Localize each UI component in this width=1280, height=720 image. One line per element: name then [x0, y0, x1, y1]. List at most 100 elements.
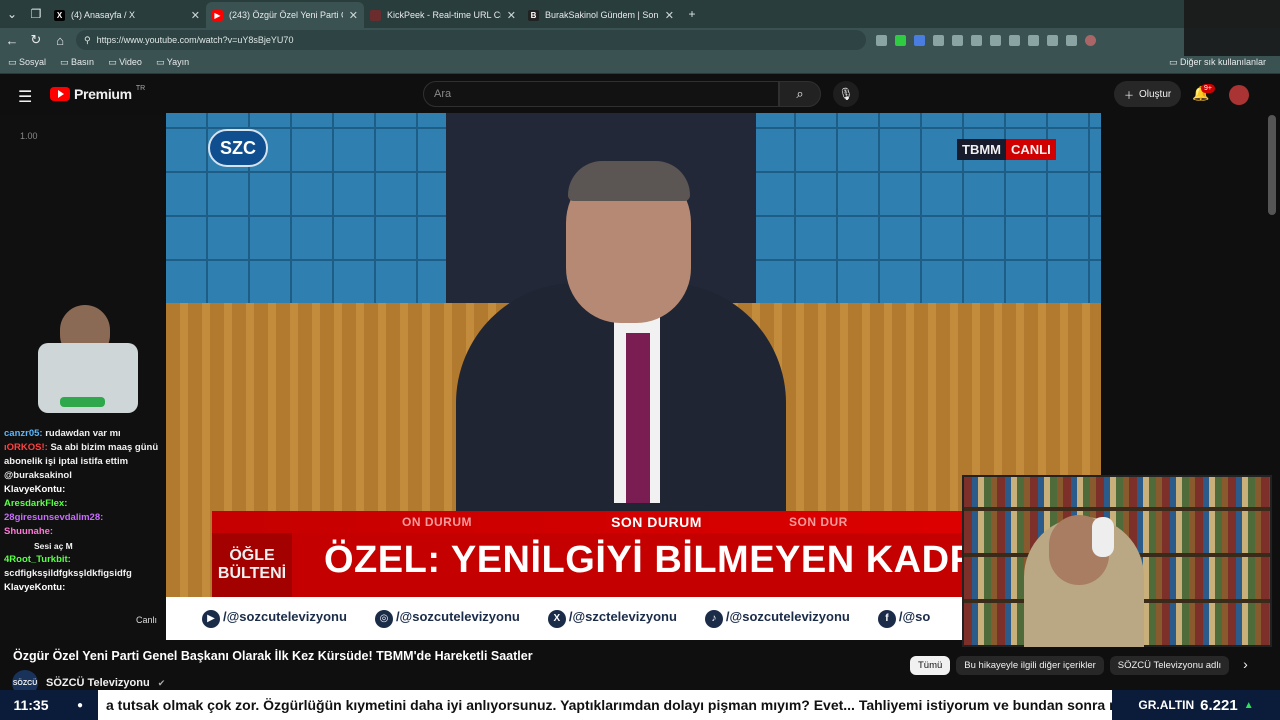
bookmark-folder[interactable]: Basın: [60, 57, 94, 68]
bookmarks-bar: Sosyal Basın Video Yayın Diğer sık kulla…: [0, 52, 1280, 74]
instagram-icon: ◎: [374, 610, 393, 628]
close-tab-icon[interactable]: ✕: [191, 9, 200, 22]
page-scrollbar[interactable]: [1268, 115, 1276, 215]
chevron-right-icon[interactable]: ›: [1235, 656, 1256, 675]
browser-tab-kickpeek[interactable]: KickPeek - Real-time URL Crawler ✕: [364, 2, 522, 28]
speaker-tie: [626, 333, 650, 503]
streamer-webcam: [962, 475, 1272, 647]
new-tab-icon[interactable]: +: [680, 2, 704, 26]
search-input[interactable]: Ara: [423, 81, 779, 107]
chat-message: AresdarkFlex:: [4, 498, 68, 509]
headset: [1092, 517, 1114, 557]
reload-icon[interactable]: ↻: [24, 32, 48, 48]
trend-up-icon: ▲: [1243, 699, 1254, 711]
extension-icon[interactable]: [1009, 34, 1020, 46]
home-icon[interactable]: ⌂: [48, 33, 72, 48]
social-handle: X/@szctelevizyonu: [547, 609, 677, 628]
szc-channel-logo: SZC: [208, 129, 268, 167]
plus-icon: ＋: [1124, 90, 1134, 102]
youtube-play-logo-icon: [50, 87, 70, 101]
site-icon: B: [528, 9, 539, 21]
chat-message: canzr05: rudawdan var mı: [4, 428, 121, 439]
chat-message: Sesi aç M: [34, 541, 73, 551]
ogle-bulteni-label: ÖĞLE BÜLTENİ: [212, 533, 292, 597]
youtube-premium-logo[interactable]: Premium TR: [50, 85, 145, 102]
x-logo-icon: X: [547, 610, 566, 628]
social-handle: f/@so: [877, 609, 930, 628]
close-tab-icon[interactable]: ✕: [665, 9, 674, 22]
bookmark-folder[interactable]: Yayın: [156, 57, 189, 68]
channel-name[interactable]: SÖZCÜ Televizyonu: [46, 677, 150, 689]
tab-list-chevron-icon[interactable]: ⌄: [0, 2, 24, 26]
extension-icon[interactable]: [895, 34, 906, 46]
close-tab-icon[interactable]: ✕: [507, 9, 516, 22]
live-indicator: Canlı: [136, 615, 158, 625]
chip-all[interactable]: Tümü: [910, 656, 951, 675]
browser-tab-youtube[interactable]: ▶ (243) Özgür Özel Yeni Parti Genel Ba ✕: [206, 2, 364, 28]
extension-icon[interactable]: [914, 34, 925, 46]
extension-icon[interactable]: [1047, 34, 1058, 46]
ticker-bullet-icon: ●: [62, 690, 98, 720]
extension-icon[interactable]: [1066, 34, 1077, 46]
extensions-toolbar: [876, 34, 1096, 46]
chat-message: 4Root_Turkbit: scdfigksşildfgksşldkfigsi…: [4, 554, 132, 579]
other-bookmarks[interactable]: Diğer sık kullanılanlar: [1169, 57, 1266, 68]
x-logo-icon: X: [54, 9, 65, 21]
social-handles-bar: ▶/@sozcutelevizyonu ◎/@sozcutelevizyonu …: [166, 597, 1101, 640]
extension-icon[interactable]: [1028, 34, 1039, 46]
news-headline: ÖZEL: YENİLGİYİ BİLMEYEN KADROL: [324, 539, 1032, 581]
streamer-camera-thumbnail: [30, 305, 150, 420]
gold-price-badge: GR.ALTIN 6.221 ▲: [1112, 690, 1280, 720]
stream-overlay-logo: [1184, 0, 1280, 56]
address-bar-row: ← ↻ ⌂ ⚲ https://www.youtube.com/watch?v=…: [0, 28, 1280, 52]
video-player[interactable]: SZC TBMM CANLI ON DURUM SON DURUM SON DU…: [166, 113, 1101, 640]
ticker-text: a tutsak olmak çok zor. Özgürlüğün kıyme…: [106, 697, 1112, 713]
chat-message: 28giresunsevdalim28:: [4, 512, 104, 523]
microphone-icon[interactable]: 🎙: [833, 81, 859, 107]
search-icon[interactable]: ⌕: [779, 81, 821, 107]
social-handle: ◎/@sozcutelevizyonu: [374, 609, 520, 628]
bookmark-folder[interactable]: Video: [108, 57, 142, 68]
youtube-header: ☰ Premium TR Ara ⌕ 🎙 ＋ Oluştur 🔔 9+: [0, 75, 1280, 115]
facebook-icon: f: [877, 610, 896, 628]
hamburger-menu-icon[interactable]: ☰: [18, 87, 32, 107]
extension-icon[interactable]: [971, 34, 982, 46]
verified-icon: ✔: [157, 677, 166, 688]
youtube-icon: ▶: [202, 610, 220, 628]
video-title: Özgür Özel Yeni Parti Genel Başkanı Olar…: [13, 649, 533, 663]
close-tab-icon[interactable]: ✕: [349, 9, 358, 22]
ticker-clock: 11:35: [0, 690, 62, 720]
browser-tab-x[interactable]: X (4) Anasayfa / X ✕: [48, 2, 206, 28]
chat-message: ıORKOS!: Sa abi bizim maaş günü abonelik…: [4, 442, 159, 481]
browser-tab-bar: ⌄ ❐ X (4) Anasayfa / X ✕ ▶ (243) Özgür Ö…: [0, 0, 1280, 28]
overlay-number: 1.00: [20, 131, 38, 141]
url-field[interactable]: ⚲ https://www.youtube.com/watch?v=uY8sBj…: [76, 30, 866, 50]
kickpeek-icon: [370, 9, 381, 21]
extension-icon[interactable]: [933, 34, 944, 46]
extension-icon[interactable]: [952, 34, 963, 46]
browser-tab-buraksakinol[interactable]: B BurakSakinol Gündem | Son 3 Gün ✕: [522, 2, 680, 28]
chat-message: KlavyeKontu:: [4, 582, 66, 593]
stream-chat-overlay: 1.00 canzr05: rudawdan var mı ıORKOS!: S…: [0, 115, 166, 640]
extension-icon[interactable]: [990, 34, 1001, 46]
extension-icon[interactable]: [876, 34, 887, 46]
chat-message: Shuunahe:: [4, 526, 54, 537]
tbmm-live-badge: TBMM CANLI: [957, 139, 1056, 160]
avatar[interactable]: [1229, 85, 1249, 105]
chat-message: KlavyeKontu:: [4, 484, 66, 495]
chat-messages: canzr05: rudawdan var mı ıORKOS!: Sa abi…: [4, 427, 166, 595]
news-ticker: 11:35 ● a tutsak olmak çok zor. Özgürlüğ…: [0, 690, 1280, 720]
profile-avatar-icon[interactable]: [1085, 34, 1096, 46]
chip-channel[interactable]: SÖZCÜ Televizyonu adlı: [1109, 656, 1230, 675]
bookmark-folder[interactable]: Sosyal: [8, 57, 46, 68]
chip-related-story[interactable]: Bu hikayeyle ilgili diğer içerikler: [956, 656, 1104, 675]
site-info-icon[interactable]: ⚲: [84, 35, 91, 46]
youtube-icon: ▶: [212, 9, 223, 21]
social-handle: ♪/@sozcutelevizyonu: [704, 609, 850, 628]
back-icon[interactable]: ←: [0, 33, 24, 48]
social-handle: ▶/@sozcutelevizyonu: [202, 609, 347, 628]
tiktok-icon: ♪: [704, 610, 723, 628]
create-button[interactable]: ＋ Oluştur: [1114, 81, 1182, 107]
related-chips: Tümü Bu hikayeyle ilgili diğer içerikler…: [910, 656, 1256, 675]
workspaces-icon[interactable]: ❐: [24, 2, 48, 26]
